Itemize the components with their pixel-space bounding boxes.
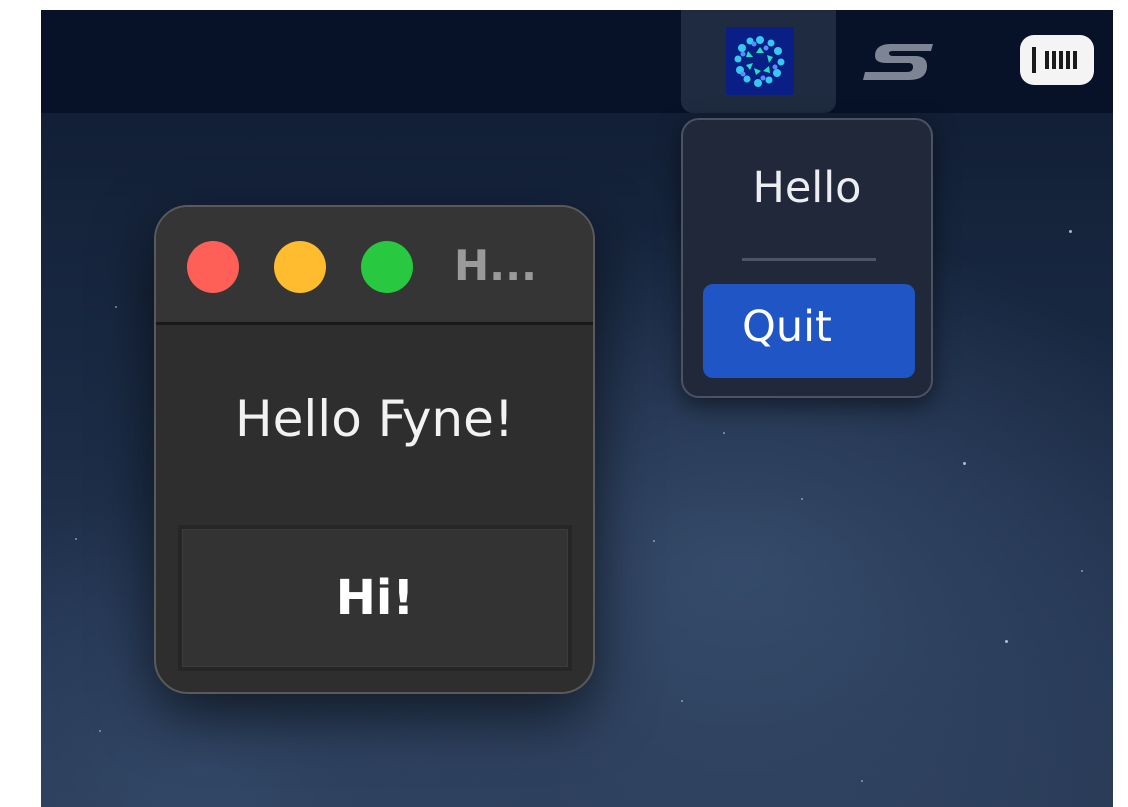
fyne-app-icon <box>726 27 794 95</box>
hi-button-label: Hi! <box>335 570 415 626</box>
s-logo-icon-graphic <box>863 44 933 80</box>
fyne-app-icon-graphic <box>734 36 785 87</box>
star <box>653 540 655 542</box>
star <box>801 498 803 500</box>
hello-label: Hello Fyne! <box>235 390 514 448</box>
zoom-window-button[interactable] <box>361 241 413 293</box>
star <box>723 432 725 434</box>
menu-separator <box>742 258 876 261</box>
s-logo-icon[interactable] <box>861 32 941 92</box>
battery-icon-graphic <box>1020 35 1094 85</box>
close-window-button[interactable] <box>187 241 239 293</box>
star <box>963 462 966 465</box>
menu-bar <box>41 10 1113 113</box>
tray-dropdown-menu: Hello Quit <box>681 118 933 398</box>
star <box>99 730 101 732</box>
star <box>1005 640 1008 643</box>
star <box>75 538 77 540</box>
star <box>1069 230 1072 233</box>
battery-icon[interactable] <box>1018 31 1096 89</box>
desktop: Hello Quit H... Hello Fyne! Hi! <box>41 10 1113 807</box>
window-titlebar[interactable]: H... <box>156 207 593 325</box>
tray-item-fyne-app[interactable] <box>681 10 836 113</box>
window-title: H... <box>454 241 538 290</box>
star <box>861 780 863 782</box>
star <box>1081 570 1083 572</box>
star <box>115 306 117 308</box>
app-window: H... Hello Fyne! Hi! <box>154 205 595 694</box>
menu-item-quit[interactable]: Quit <box>703 284 915 378</box>
menu-item-quit-label: Quit <box>742 302 832 352</box>
menu-item-hello[interactable]: Hello <box>683 162 931 214</box>
minimize-window-button[interactable] <box>274 241 326 293</box>
hi-button[interactable]: Hi! <box>178 525 572 671</box>
star <box>681 700 683 702</box>
